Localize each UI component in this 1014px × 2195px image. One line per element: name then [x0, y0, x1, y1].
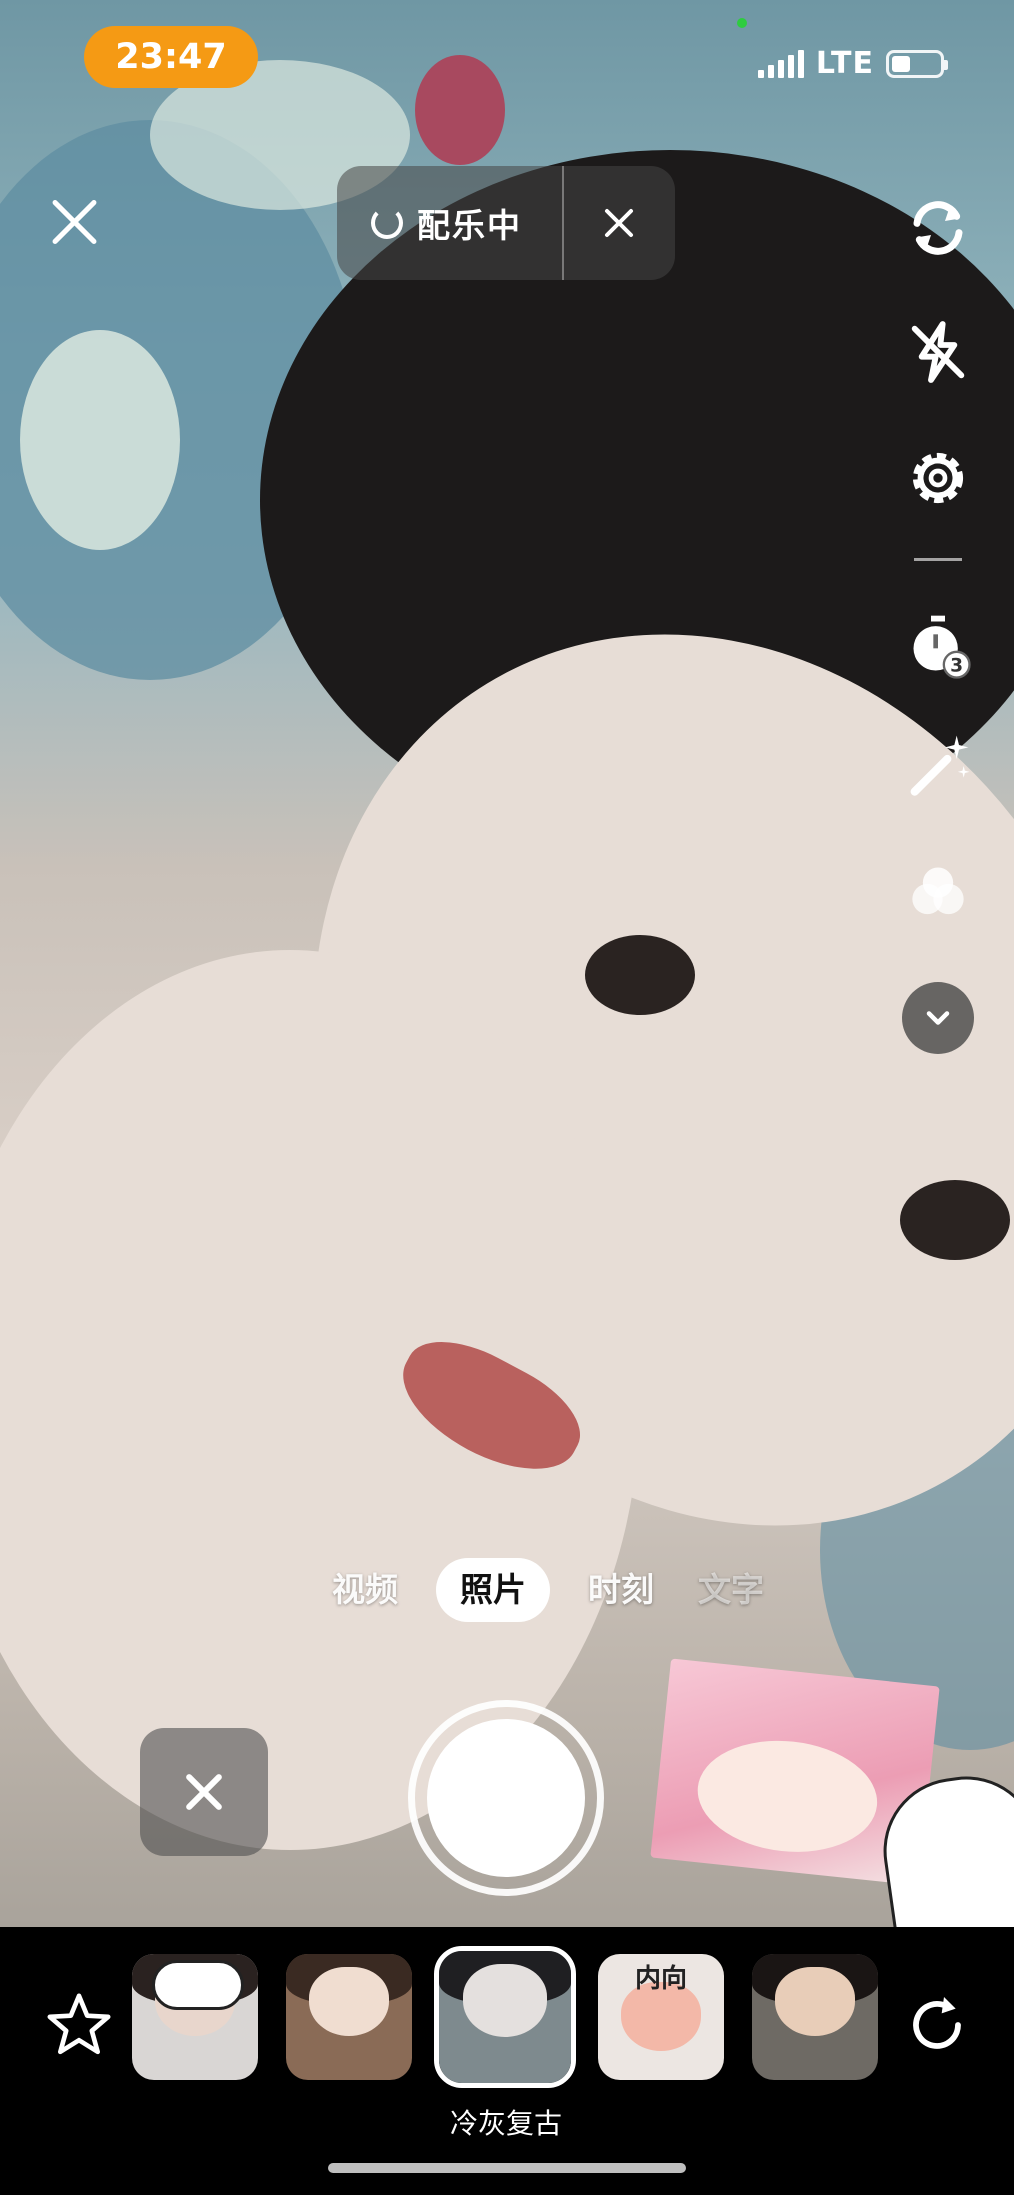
music-label: 配乐中 [417, 206, 522, 245]
privacy-indicator [737, 18, 747, 28]
close-camera-button[interactable] [48, 196, 100, 248]
music-status[interactable]: 配乐中 [337, 199, 562, 247]
eye [585, 935, 695, 1015]
timer-3-icon: 3 [913, 615, 971, 679]
chevron-down-icon [926, 1011, 950, 1025]
status-time: 23:47 [84, 26, 258, 88]
filter-circles-icon [912, 867, 964, 915]
tab-video[interactable]: 视频 [310, 1558, 420, 1622]
tab-moment[interactable]: 时刻 [566, 1558, 676, 1622]
tab-text[interactable]: 文字 [676, 1558, 786, 1622]
status-indicators: LTE [757, 46, 948, 81]
mode-tabs: 视频 照片 时刻 文字 [310, 1558, 786, 1622]
filter-thumb-funny-face[interactable]: 内向 [598, 1954, 724, 2080]
music-pill[interactable]: 配乐中 [337, 166, 675, 280]
remove-music-button[interactable] [564, 166, 675, 280]
settings-button[interactable] [898, 438, 978, 518]
flip-camera-button[interactable] [898, 188, 978, 268]
gear-icon [912, 452, 964, 504]
eye [900, 1180, 1010, 1260]
signal-icon [757, 49, 804, 78]
star-icon [47, 1993, 111, 2055]
reset-filter-button[interactable] [902, 1990, 972, 2060]
filter-thumb-soft-portrait[interactable] [286, 1954, 412, 2080]
flip-camera-icon [913, 201, 963, 255]
sticker-face [692, 1732, 883, 1861]
beauty-button[interactable] [898, 726, 978, 806]
shutter-button[interactable] [408, 1700, 604, 1896]
favorite-button[interactable] [44, 1990, 114, 2060]
network-type: LTE [815, 46, 874, 81]
tab-photo[interactable]: 照片 [436, 1558, 550, 1622]
bedding-flower [415, 55, 505, 165]
filter-thumb-cold-grey-retro[interactable] [434, 1946, 576, 2088]
loading-spinner-icon [371, 207, 403, 239]
toolbar-divider [914, 558, 962, 561]
camera-preview[interactable] [0, 0, 1014, 1927]
flash-off-icon [911, 321, 965, 383]
shutter-inner [427, 1719, 585, 1877]
selected-filter-label: 冷灰复古 [449, 2107, 562, 2140]
filter-thumb-glam[interactable] [752, 1954, 878, 2080]
battery-icon [886, 49, 948, 78]
filter-button[interactable] [898, 852, 978, 932]
home-indicator[interactable] [328, 2163, 686, 2173]
thumb-caption: 内向 [634, 1964, 688, 1994]
discard-button[interactable] [140, 1728, 268, 1856]
more-tools-button[interactable] [902, 982, 974, 1054]
filter-thumb-panda-ears[interactable] [132, 1954, 258, 2080]
magic-wand-icon [910, 735, 970, 796]
flash-toggle-button[interactable] [898, 312, 978, 392]
svg-text:3: 3 [950, 656, 963, 677]
timer-button[interactable]: 3 [898, 606, 978, 686]
bedding-shape [20, 330, 180, 550]
refresh-icon [913, 1997, 961, 2049]
